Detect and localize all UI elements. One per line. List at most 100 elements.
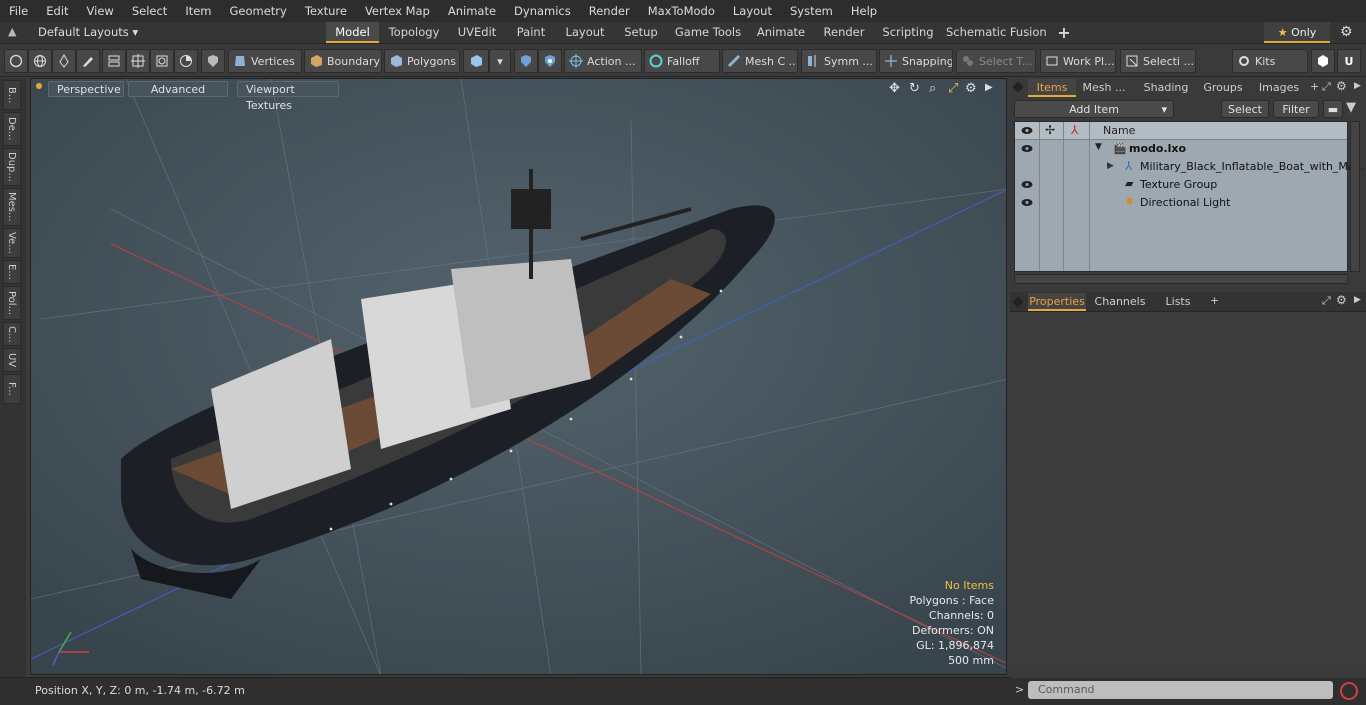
tool-tab-basic[interactable]: B... xyxy=(3,80,21,110)
tab-groups[interactable]: Groups xyxy=(1198,79,1248,97)
falloff-button[interactable]: Falloff xyxy=(644,49,720,73)
name-column-header[interactable]: Name xyxy=(1103,124,1135,137)
advanced-button[interactable]: Advanced xyxy=(128,81,228,97)
panel-collapse-icon[interactable] xyxy=(1012,81,1024,93)
tool-tab-mesh-edit[interactable]: Mes... xyxy=(3,188,21,226)
tab-layout[interactable]: Layout xyxy=(560,22,610,43)
add-tab-icon[interactable]: + xyxy=(1310,80,1319,93)
tab-setup[interactable]: Setup xyxy=(617,22,665,43)
menu-dynamics[interactable]: Dynamics xyxy=(505,0,580,22)
snapping-button[interactable]: Snapping xyxy=(879,49,953,73)
tree-vertical-scrollbar[interactable] xyxy=(1350,121,1360,272)
menu-render[interactable]: Render xyxy=(580,0,639,22)
viewport-settings-icon[interactable]: ⚙ xyxy=(965,81,977,96)
expand-arrow-icon[interactable]: ▼ xyxy=(1095,142,1102,152)
work-plane-button[interactable]: Work Pl... xyxy=(1040,49,1116,73)
selection-sets-button[interactable]: Selecti ... xyxy=(1120,49,1196,73)
expand-panel-icon[interactable]: ⤢ xyxy=(1322,80,1331,94)
mesh-constraint-button[interactable]: Mesh C ... xyxy=(722,49,798,73)
expand-arrow-icon[interactable]: ▶ xyxy=(1107,161,1114,171)
tab-game-tools[interactable]: Game Tools xyxy=(673,22,743,43)
tool-tab-fusion[interactable]: F... xyxy=(3,374,21,404)
visibility-eye-icon[interactable] xyxy=(1021,198,1033,207)
tool-tab-duplicate[interactable]: Dup... xyxy=(3,148,21,186)
tab-properties[interactable]: Properties xyxy=(1028,293,1086,311)
menu-layout[interactable]: Layout xyxy=(724,0,781,22)
tree-row-directional-light[interactable]: ✸ Directional Light xyxy=(1015,194,1347,212)
tool-tab-vertex[interactable]: Ve... xyxy=(3,228,21,258)
zoom-view-icon[interactable]: ⌕ xyxy=(929,81,936,96)
collapse-list-icon[interactable]: ▬ xyxy=(1323,100,1343,118)
select-through-button[interactable]: Select T... xyxy=(956,49,1036,73)
action-center-button[interactable]: Action ... xyxy=(564,49,642,73)
tool-tab-polygon[interactable]: Pol... xyxy=(3,286,21,320)
cube-icon[interactable] xyxy=(463,49,489,73)
tab-shading[interactable]: Shading xyxy=(1136,79,1196,97)
add-properties-tab-icon[interactable]: + xyxy=(1210,294,1219,307)
tree-scrollbar[interactable] xyxy=(1014,274,1348,284)
viewport-menu-arrow-icon[interactable]: ▶ xyxy=(985,82,993,93)
tab-render[interactable]: Render xyxy=(818,22,870,43)
collapse-icon[interactable]: ▲ xyxy=(8,26,20,38)
menu-select[interactable]: Select xyxy=(123,0,176,22)
vertices-button[interactable]: Vertices xyxy=(228,49,302,73)
tree-row-texture-group[interactable]: ▰ Texture Group xyxy=(1015,176,1347,194)
symmetry-shield-icon[interactable] xyxy=(514,49,538,73)
menu-item[interactable]: Item xyxy=(176,0,220,22)
shield-gear-icon[interactable] xyxy=(538,49,562,73)
align-icon[interactable] xyxy=(102,49,126,73)
layout-dropdown[interactable]: Default Layouts ▾ xyxy=(38,25,138,39)
polygons-button[interactable]: Polygons xyxy=(384,49,460,73)
rotate-view-icon[interactable]: ↻ xyxy=(909,81,920,96)
menu-file[interactable]: File xyxy=(0,0,37,22)
tool-tab-edge[interactable]: E... xyxy=(3,260,21,284)
perspective-button[interactable]: Perspective xyxy=(48,81,124,97)
tool-tab-deform[interactable]: De... xyxy=(3,112,21,146)
ring-select-icon[interactable] xyxy=(150,49,174,73)
viewport-textures-button[interactable]: Viewport Textures xyxy=(237,81,339,112)
properties-menu-arrow-icon[interactable]: ▶ xyxy=(1354,295,1361,305)
kits-button[interactable]: Kits xyxy=(1232,49,1308,73)
tab-uvedit[interactable]: UVEdit xyxy=(451,22,503,43)
only-toggle[interactable]: ★ Only xyxy=(1264,22,1330,43)
tab-animate[interactable]: Animate xyxy=(752,22,810,43)
maximize-view-icon[interactable]: ⤢ xyxy=(948,81,958,96)
filter-button[interactable]: Filter xyxy=(1273,100,1319,118)
brush-icon[interactable] xyxy=(76,49,100,73)
menu-edit[interactable]: Edit xyxy=(37,0,77,22)
tree-row-scene[interactable]: ▼ 🎬 modo.lxo xyxy=(1015,140,1347,158)
properties-gear-icon[interactable]: ⚙ xyxy=(1336,293,1347,307)
tab-scripting[interactable]: Scripting xyxy=(879,22,937,43)
menu-animate[interactable]: Animate xyxy=(439,0,505,22)
move-view-icon[interactable]: ✥ xyxy=(889,81,900,96)
tab-paint[interactable]: Paint xyxy=(510,22,552,43)
menu-maxtomodo[interactable]: MaxToModo xyxy=(639,0,724,22)
add-item-button[interactable]: Add Item ▾ xyxy=(1014,100,1174,118)
command-input[interactable]: Command xyxy=(1028,681,1333,699)
menu-view[interactable]: View xyxy=(78,0,123,22)
tab-topology[interactable]: Topology xyxy=(383,22,445,43)
tab-channels[interactable]: Channels xyxy=(1092,293,1148,311)
menu-texture[interactable]: Texture xyxy=(296,0,356,22)
unreal-icon[interactable]: U xyxy=(1337,49,1361,73)
globe-icon[interactable] xyxy=(28,49,52,73)
grid-icon[interactable] xyxy=(126,49,150,73)
menu-geometry[interactable]: Geometry xyxy=(221,0,296,22)
symmetry-button[interactable]: Symm ... xyxy=(801,49,877,73)
pie-icon[interactable] xyxy=(174,49,198,73)
gear-icon[interactable]: ⚙ xyxy=(1340,24,1353,40)
chevron-down-icon[interactable]: ▾ xyxy=(489,49,511,73)
3d-viewport[interactable]: Perspective Advanced Viewport Textures ✥… xyxy=(30,78,1007,675)
tab-images[interactable]: Images xyxy=(1252,79,1306,97)
visibility-eye-icon[interactable] xyxy=(1021,144,1033,153)
select-circle-icon[interactable] xyxy=(4,49,28,73)
shield-icon[interactable] xyxy=(201,49,225,73)
visibility-eye-icon[interactable] xyxy=(1021,180,1033,189)
panel-menu-arrow-icon[interactable]: ▶ xyxy=(1354,81,1361,91)
viewport-dot-icon[interactable] xyxy=(36,83,42,89)
menu-vertex-map[interactable]: Vertex Map xyxy=(356,0,439,22)
tab-lists[interactable]: Lists xyxy=(1156,293,1200,311)
record-icon[interactable] xyxy=(1340,682,1358,700)
menu-system[interactable]: System xyxy=(781,0,842,22)
boundary-button[interactable]: Boundary xyxy=(304,49,382,73)
